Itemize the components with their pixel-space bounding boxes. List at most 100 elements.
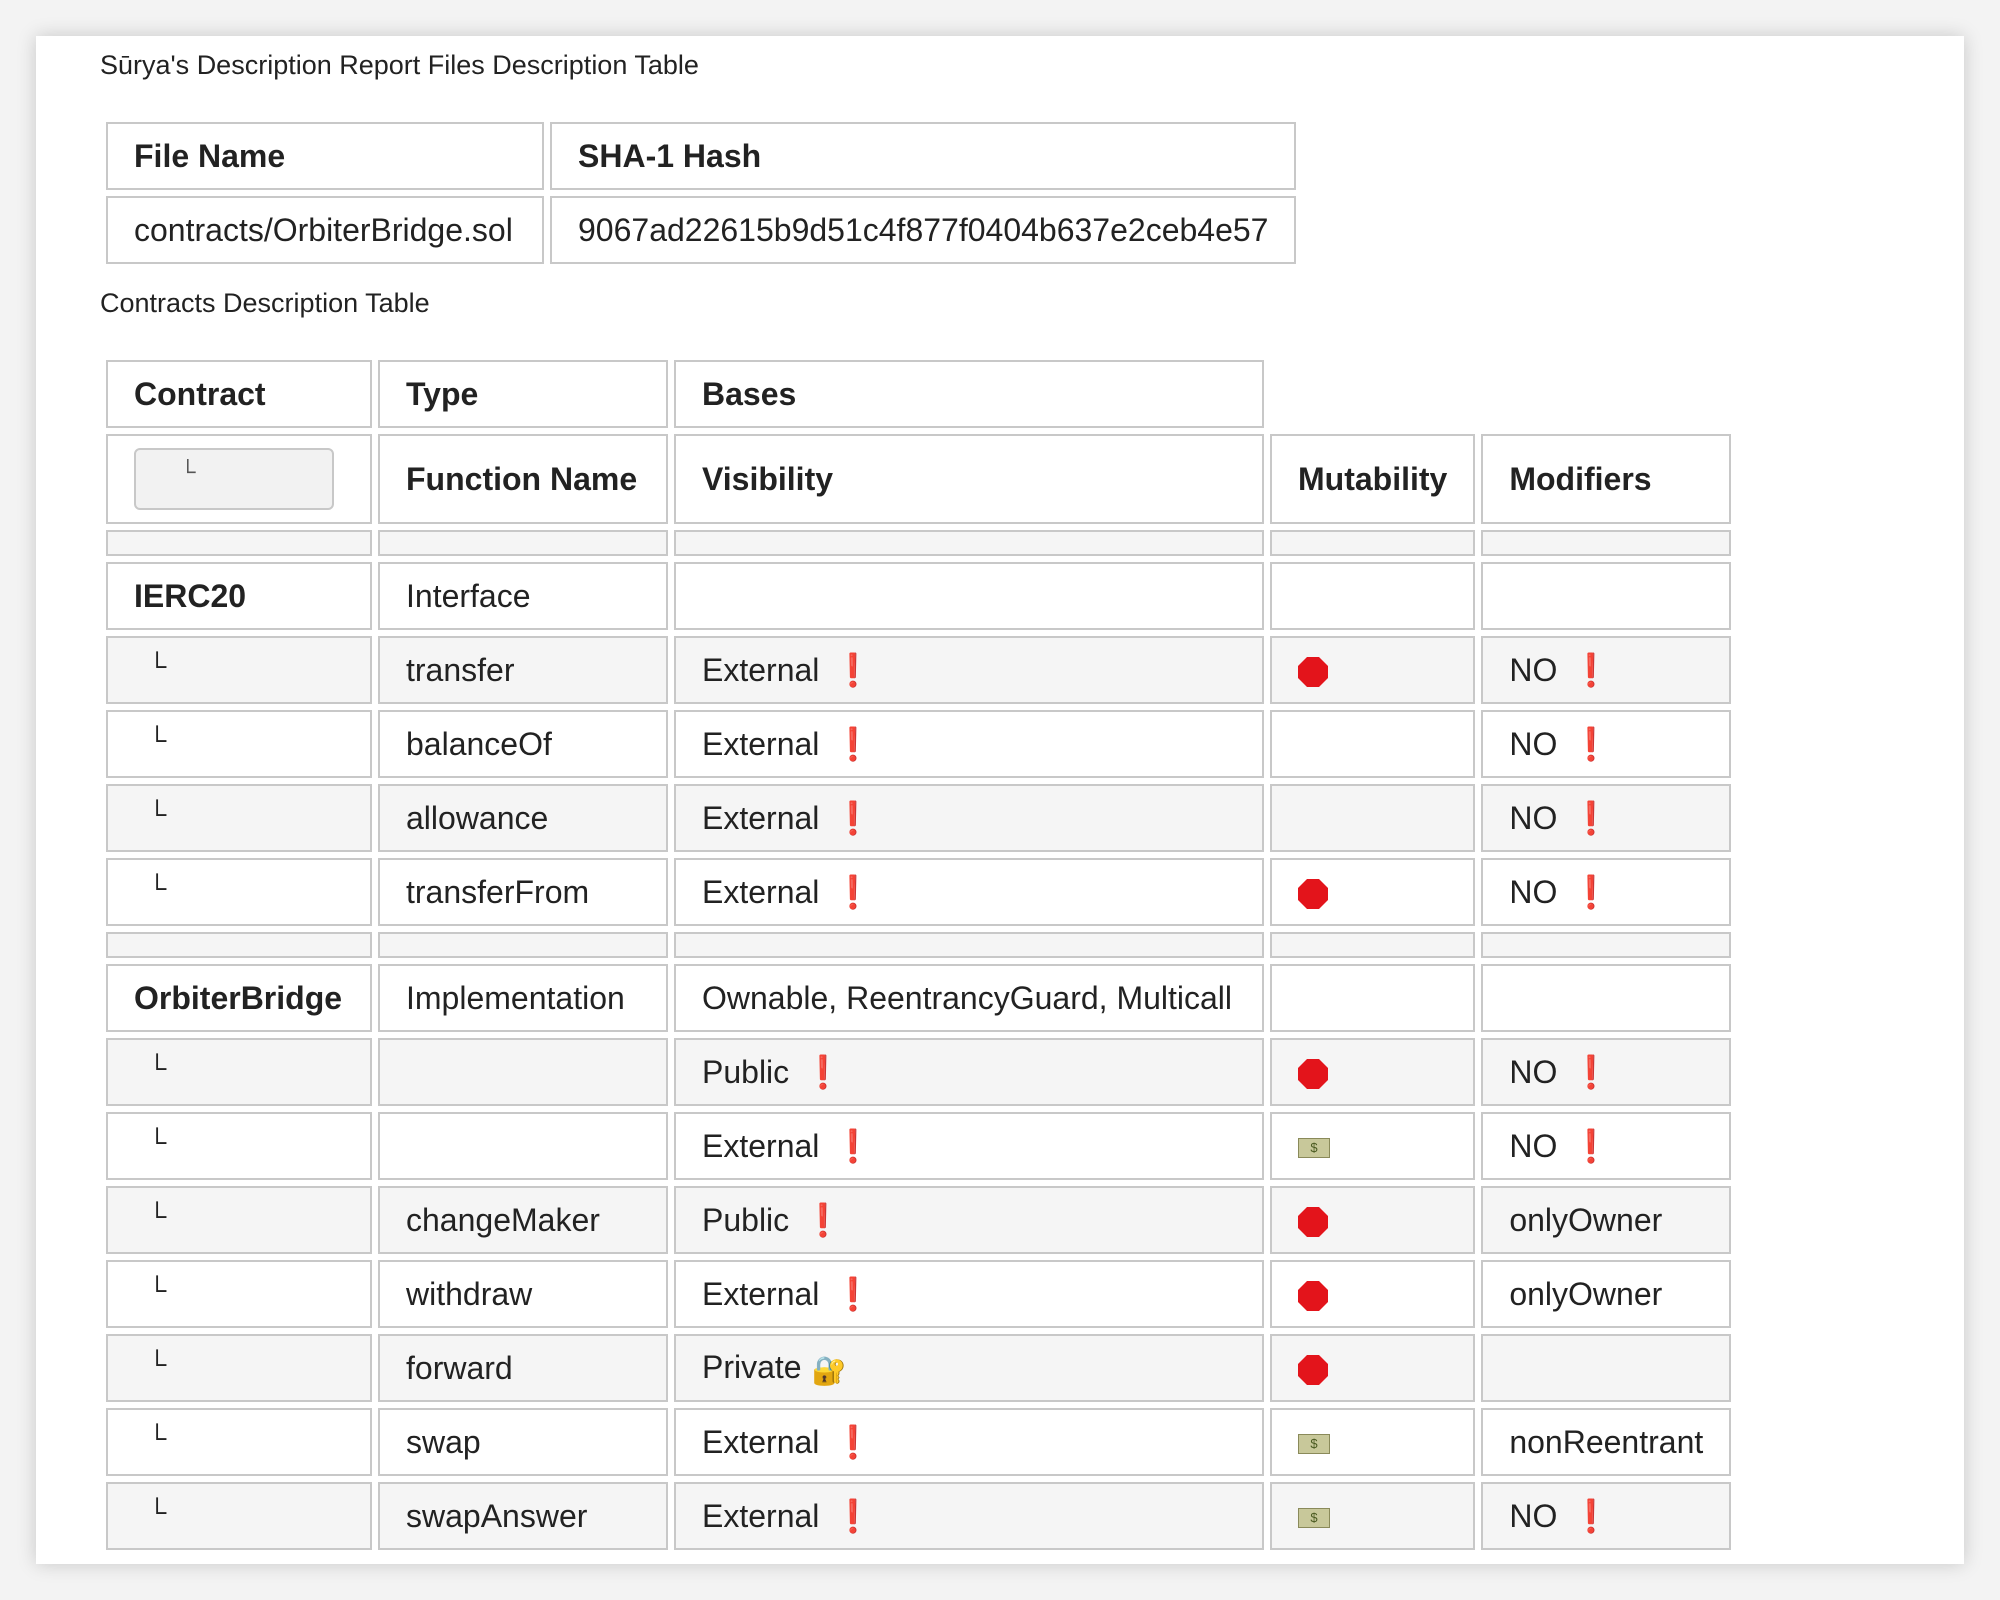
function-row: └ swap External ❗ $ nonReentrant [106,1408,1732,1476]
exclamation-icon: ❗ [803,1202,843,1238]
header-type: Type [378,360,668,428]
function-mutability-cell: $ [1270,1482,1476,1550]
function-arrow-cell: └ [106,1334,372,1402]
exclamation-icon: ❗ [833,726,874,762]
function-visibility-cell: External ❗ [674,858,1264,926]
visibility-label: Public [702,1054,790,1090]
function-arrow-cell: └ [106,1260,372,1328]
function-visibility-cell: External ❗ [674,710,1264,778]
exclamation-icon: ❗ [833,874,874,910]
exclamation-icon: ❗ [833,800,874,836]
function-row: └ External ❗ $ NO ❗ [106,1112,1732,1180]
exclamation-icon: ❗ [803,1054,843,1090]
exclamation-icon: ❗ [833,1498,874,1534]
modifiers-label: onlyOwner [1509,1275,1663,1312]
function-arrow-cell: └ [106,1482,372,1550]
contract-bases-cell [674,562,1264,630]
function-arrow-cell: └ [106,784,372,852]
function-arrow-cell: └ [106,1408,372,1476]
header-bases: Bases [674,360,1264,428]
contract-mutability-cell [1270,562,1476,630]
function-row: └ balanceOf External ❗ NO ❗ [106,710,1732,778]
exclamation-icon: ❗ [1571,726,1612,762]
stop-sign-icon [1298,1207,1328,1238]
contract-type-cell: Implementation [378,964,668,1032]
contract-row: OrbiterBridge Implementation Ownable, Reen… [106,964,1732,1032]
function-mutability-cell [1270,1334,1476,1402]
visibility-label: External [702,874,820,910]
function-row: └ transferFrom External ❗ NO ❗ [106,858,1732,926]
function-name-cell: forward [378,1334,668,1402]
branch-arrow: └ [148,1200,167,1231]
function-modifiers-cell: NO ❗ [1481,636,1732,704]
subheader-arrow-button[interactable]: └ [134,448,334,510]
orbiterbridge-section: OrbiterBridge Implementation Ownable, Reen… [106,964,1732,1550]
modifiers-label: NO [1509,1128,1558,1164]
branch-arrow: └ [148,1422,167,1453]
files-row: contracts/OrbiterBridge.sol 9067ad22615b… [106,196,1297,264]
contract-mutability-cell [1270,964,1476,1032]
function-row: └ transfer External ❗ NO ❗ [106,636,1732,704]
function-name-cell: allowance [378,784,668,852]
function-arrow-cell: └ [106,1186,372,1254]
exclamation-icon: ❗ [1571,1128,1612,1164]
modifiers-label: NO [1509,652,1558,688]
function-visibility-cell: External ❗ [674,1112,1264,1180]
report-page: Sūrya's Description Report Files Descrip… [36,36,1964,1564]
function-visibility-cell: External ❗ [674,636,1264,704]
contract-bases-cell: Ownable, ReentrancyGuard, Multicall [674,964,1264,1032]
function-visibility-cell: External ❗ [674,1260,1264,1328]
function-name-cell: balanceOf [378,710,668,778]
contract-modifiers-cell [1481,964,1732,1032]
function-mutability-cell [1270,636,1476,704]
header-mutability: Mutability [1270,434,1476,524]
modifiers-label: onlyOwner [1509,1201,1663,1238]
function-name-cell: changeMaker [378,1186,668,1254]
modifiers-label: NO [1509,1054,1558,1090]
function-name-cell [378,1038,668,1106]
branch-arrow: └ [148,724,167,755]
visibility-label: External [702,1424,820,1460]
function-visibility-cell: Public ❗ [674,1186,1264,1254]
header-contract: Contract [106,360,372,428]
function-row: └ allowance External ❗ NO ❗ [106,784,1732,852]
exclamation-icon: ❗ [1571,1054,1612,1090]
function-visibility-cell: Private 🔐 [674,1334,1264,1402]
money-icon: $ [1298,1138,1330,1159]
modifiers-label: NO [1509,874,1558,910]
contracts-subheader-row: └ Function Name Visibility Mutability Mo… [106,434,1732,524]
contracts-table-caption: Contracts Description Table [100,288,430,318]
file-hash-cell: 9067ad22615b9d51c4f877f0404b637e2ceb4e57 [550,196,1297,264]
contract-modifiers-cell [1481,562,1732,630]
function-mutability-cell: $ [1270,1112,1476,1180]
exclamation-icon: ❗ [833,1128,874,1164]
lock-icon: 🔐 [811,1354,847,1386]
exclamation-icon: ❗ [1571,800,1612,836]
function-modifiers-cell: NO ❗ [1481,858,1732,926]
function-mutability-cell [1270,1038,1476,1106]
function-visibility-cell: Public ❗ [674,1038,1264,1106]
exclamation-icon: ❗ [1571,1498,1612,1534]
contracts-header-row: Contract Type Bases [106,360,1731,428]
function-arrow-cell: └ [106,1112,372,1180]
files-table-caption: Sūrya's Description Report Files Descrip… [100,50,699,80]
exclamation-icon: ❗ [833,1424,874,1460]
branch-arrow: └ [148,1126,167,1157]
branch-arrow: └ [148,1274,167,1305]
function-row: └ swapAnswer External ❗ $ NO ❗ [106,1482,1732,1550]
visibility-label: External [702,652,820,688]
function-mutability-cell [1270,710,1476,778]
function-row: └ forward Private 🔐 [106,1334,1732,1402]
exclamation-icon: ❗ [1571,874,1612,910]
visibility-label: External [702,1276,820,1312]
function-modifiers-cell [1481,1334,1732,1402]
branch-arrow: └ [148,872,167,903]
contract-name-cell: OrbiterBridge [106,964,372,1032]
money-icon: $ [1298,1508,1330,1529]
function-arrow-cell: └ [106,858,372,926]
money-icon: $ [1298,1434,1330,1455]
header-sha1-hash: SHA-1 Hash [550,122,1297,190]
function-row: └ changeMaker Public ❗ onlyOwner [106,1186,1732,1254]
exclamation-icon: ❗ [1571,652,1612,688]
visibility-label: External [702,1498,820,1534]
